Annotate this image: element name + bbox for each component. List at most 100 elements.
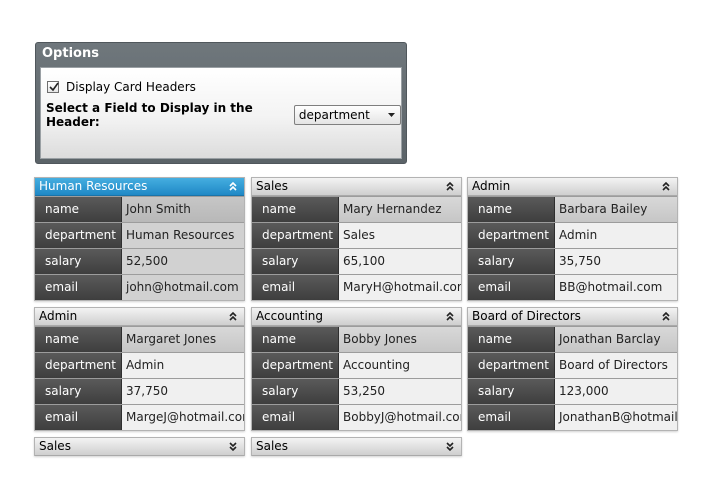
collapsed-card[interactable]: Sales — [251, 437, 462, 456]
row-label: name — [252, 327, 339, 352]
card-row-email: emailJonathanB@hotmail.com — [468, 404, 677, 430]
card[interactable]: Board of Directors name Jonathan Barclay … — [467, 307, 678, 431]
card[interactable]: Human Resources name John Smith departmen… — [34, 177, 245, 301]
chevron-double-up-icon[interactable] — [227, 311, 239, 322]
row-value: BobbyJ@hotmail.com — [339, 405, 461, 430]
card-row-department: department Human Resources — [35, 222, 244, 248]
card-header-title: Admin — [39, 309, 78, 323]
row-label: salary — [35, 379, 122, 404]
row-value: Bobby Jones — [339, 327, 461, 352]
display-card-headers-label[interactable]: Display Card Headers — [66, 80, 196, 94]
check-icon — [49, 82, 59, 92]
row-label: email — [468, 405, 555, 430]
card-header[interactable]: Board of Directors — [468, 308, 677, 326]
row-value: 53,250 — [339, 379, 461, 404]
card-row-email: email BB@hotmail.com — [468, 274, 677, 300]
row-label: name — [468, 197, 555, 222]
card-row-salary: salary 37,750 — [35, 378, 244, 404]
row-label: name — [35, 197, 122, 222]
options-title: Options — [42, 46, 99, 61]
card-header[interactable]: Accounting — [252, 308, 461, 326]
display-card-headers-row[interactable]: Display Card Headers — [47, 80, 196, 94]
row-label: name — [252, 197, 339, 222]
card-header[interactable]: Sales — [252, 438, 461, 456]
card-header[interactable]: Human Resources — [35, 178, 244, 196]
row-label: email — [35, 275, 122, 300]
row-value: BB@hotmail.com — [555, 275, 677, 300]
row-value: JonathanB@hotmail.com — [555, 405, 677, 430]
card-row-name: name Margaret Jones — [35, 326, 244, 352]
row-value: John Smith — [122, 197, 244, 222]
row-value: Human Resources — [122, 223, 244, 248]
row-label: email — [252, 405, 339, 430]
row-value: 35,750 — [555, 249, 677, 274]
card-row-name: name John Smith — [35, 196, 244, 222]
row-label: email — [35, 405, 122, 430]
row-label: salary — [252, 379, 339, 404]
header-field-select-value: department — [298, 108, 370, 122]
header-field-label: Select a Field to Display in the Header: — [46, 101, 253, 129]
row-value: 37,750 — [122, 379, 244, 404]
caret-down-icon — [388, 113, 395, 117]
card-header[interactable]: Admin — [35, 308, 244, 326]
card-row-salary: salary 53,250 — [252, 378, 461, 404]
card-row-department: department Admin — [468, 222, 677, 248]
card-row-email: email BobbyJ@hotmail.com — [252, 404, 461, 430]
card-row-email: email john@hotmail.com — [35, 274, 244, 300]
row-value: MargeJ@hotmail.com — [122, 405, 244, 430]
chevron-double-up-icon[interactable] — [227, 181, 239, 192]
row-value: Barbara Bailey — [555, 197, 677, 222]
card-header-title: Human Resources — [39, 179, 148, 193]
card-header-title: Admin — [472, 179, 511, 193]
row-value: Sales — [339, 223, 461, 248]
card[interactable]: Sales name Mary Hernandez department Sales… — [251, 177, 462, 301]
card-row-name: name Barbara Bailey — [468, 196, 677, 222]
card-row-email: email MargeJ@hotmail.com — [35, 404, 244, 430]
card-row-name: name Jonathan Barclay — [468, 326, 677, 352]
chevron-double-up-icon[interactable] — [660, 311, 672, 322]
chevron-double-down-icon[interactable] — [444, 441, 456, 452]
chevron-double-up-icon[interactable] — [660, 181, 672, 192]
chevron-double-up-icon[interactable] — [444, 181, 456, 192]
card-row-salary: salary 123,000 — [468, 378, 677, 404]
card-header[interactable]: Admin — [468, 178, 677, 196]
card-header[interactable]: Sales — [35, 438, 244, 456]
row-label: department — [35, 223, 122, 248]
card-row-department: department Sales — [252, 222, 461, 248]
card-header[interactable]: Sales — [252, 178, 461, 196]
header-field-select[interactable]: department — [293, 105, 401, 125]
row-value: Accounting — [339, 353, 461, 378]
card-row-department: department Admin — [35, 352, 244, 378]
card[interactable]: Admin name Barbara Bailey department Admin… — [467, 177, 678, 301]
card[interactable]: Accounting name Bobby Jones department Acc… — [251, 307, 462, 431]
row-label: email — [468, 275, 555, 300]
chevron-double-up-icon[interactable] — [444, 311, 456, 322]
row-label: salary — [468, 379, 555, 404]
display-card-headers-checkbox[interactable] — [47, 81, 59, 93]
options-panel: Options Display Card Headers Select a Fi… — [35, 42, 407, 164]
row-value: Admin — [555, 223, 677, 248]
row-value: Mary Hernandez — [339, 197, 461, 222]
row-label: department — [252, 223, 339, 248]
row-label: department — [252, 353, 339, 378]
card-row-salary: salary 35,750 — [468, 248, 677, 274]
row-label: department — [468, 223, 555, 248]
row-label: department — [468, 353, 555, 378]
row-label: salary — [35, 249, 122, 274]
card-row-name: name Mary Hernandez — [252, 196, 461, 222]
chevron-double-down-icon[interactable] — [227, 441, 239, 452]
row-label: name — [35, 327, 122, 352]
card-row-salary: salary 65,100 — [252, 248, 461, 274]
card-row-name: name Bobby Jones — [252, 326, 461, 352]
card-header-title: Board of Directors — [472, 309, 581, 323]
card-row-department: department Accounting — [252, 352, 461, 378]
collapsed-card[interactable]: Sales — [34, 437, 245, 456]
card-row-email: email MaryH@hotmail.com — [252, 274, 461, 300]
card[interactable]: Admin name Margaret Jones department Admin… — [34, 307, 245, 431]
options-body: Display Card Headers Select a Field to D… — [40, 67, 402, 159]
card-header-title: Accounting — [256, 309, 324, 323]
row-value: 52,500 — [122, 249, 244, 274]
row-label: name — [468, 327, 555, 352]
row-value: Board of Directors — [555, 353, 677, 378]
row-value: Margaret Jones — [122, 327, 244, 352]
